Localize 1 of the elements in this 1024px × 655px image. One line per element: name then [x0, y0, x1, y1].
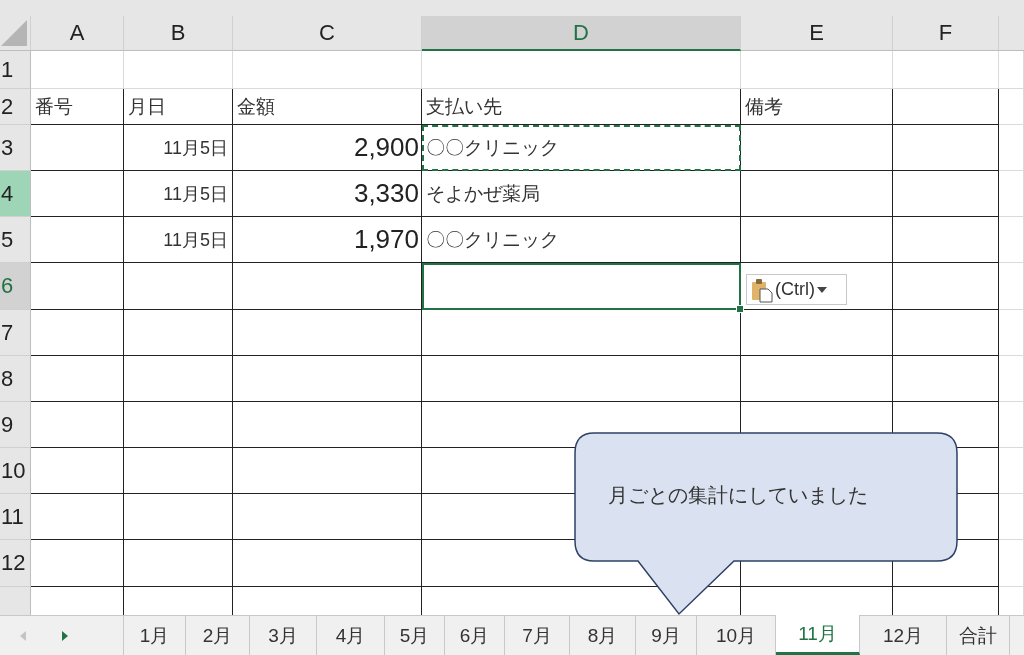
callout-text: 月ごとの集計にしていました	[608, 483, 868, 508]
